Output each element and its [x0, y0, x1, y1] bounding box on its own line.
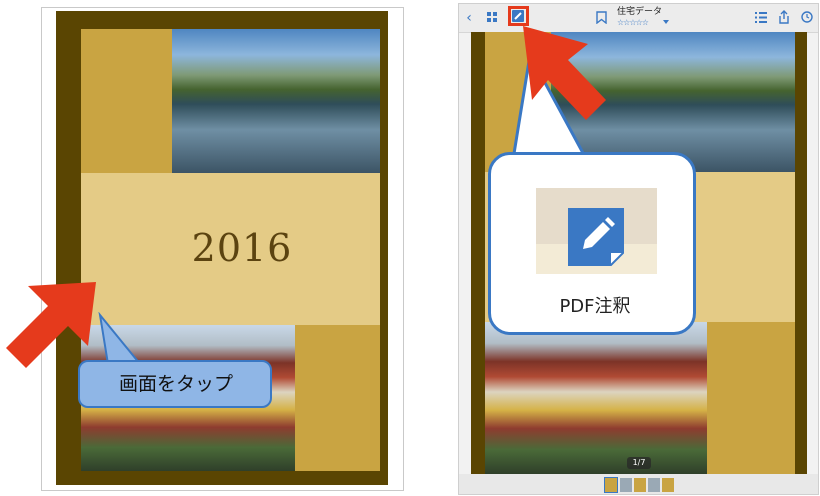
thumbnail-page-2[interactable] — [620, 478, 632, 492]
thumbnail-page-5[interactable] — [662, 478, 674, 492]
right-houses-photo — [485, 322, 707, 474]
page-indicator: 1/7 — [627, 457, 651, 469]
pdf-annotate-icon — [568, 208, 624, 266]
callout-label: PDF注釈 — [559, 296, 631, 317]
left-lake-photo — [172, 29, 380, 173]
pencil-square-icon[interactable] — [512, 10, 524, 22]
bookmark-icon[interactable] — [596, 11, 607, 24]
year-text: 2016 — [191, 226, 293, 270]
share-icon[interactable] — [778, 10, 790, 24]
left-gold-block-top — [81, 29, 173, 173]
right-gold-block-bottom — [707, 322, 795, 474]
tap-instruction-text: 画面をタップ — [118, 373, 233, 395]
clock-icon[interactable] — [801, 11, 813, 23]
list-icon[interactable] — [755, 12, 767, 23]
right-red-arrow-icon — [523, 26, 606, 120]
grid-icon[interactable] — [487, 12, 497, 22]
thumbnail-page-1[interactable] — [604, 477, 618, 493]
chevron-down-icon[interactable] — [663, 20, 669, 25]
document-title: 住宅データ — [617, 7, 663, 17]
thumbnail-page-3[interactable] — [634, 478, 646, 492]
thumbnail-page-4[interactable] — [648, 478, 660, 492]
left-gold-block-bottom — [295, 325, 380, 471]
chevron-left-icon[interactable]: ‹ — [463, 11, 475, 25]
